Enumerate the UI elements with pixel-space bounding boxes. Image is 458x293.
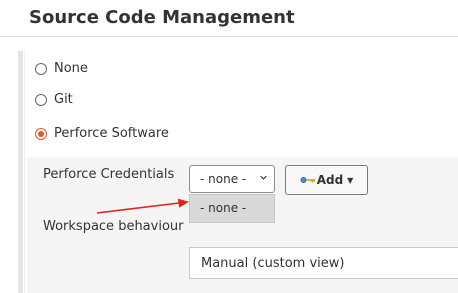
radio-git[interactable] xyxy=(35,93,47,106)
credentials-label: Perforce Credentials xyxy=(43,167,175,182)
key-icon xyxy=(300,177,315,183)
section-indent-line xyxy=(24,51,25,293)
scm-option-git[interactable]: Git xyxy=(35,92,73,107)
scm-option-perforce-label: Perforce Software xyxy=(54,126,169,141)
workspace-behaviour-value: Manual (custom view) xyxy=(201,255,345,271)
add-credentials-button[interactable]: Add ▼ xyxy=(285,165,368,195)
section-divider xyxy=(0,36,458,37)
annotation-arrow-icon xyxy=(96,198,189,214)
credentials-dropdown-list: - none - xyxy=(189,194,275,223)
section-title: Source Code Management xyxy=(29,7,295,28)
workspace-behaviour-select[interactable]: Manual (custom view) xyxy=(189,247,458,279)
credentials-select[interactable]: - none - xyxy=(189,165,275,193)
credentials-select-value: - none - xyxy=(200,172,247,186)
scm-option-git-label: Git xyxy=(54,92,73,107)
chevron-down-icon xyxy=(260,175,267,180)
credentials-option-none[interactable]: - none - xyxy=(200,201,246,215)
scm-option-perforce[interactable]: Perforce Software xyxy=(35,126,169,141)
scm-option-none-label: None xyxy=(54,61,88,76)
add-button-label: Add xyxy=(316,173,344,187)
workspace-behaviour-label: Workspace behaviour xyxy=(43,219,184,234)
section-indent-bar xyxy=(18,51,23,293)
radio-none[interactable] xyxy=(35,62,47,75)
radio-perforce[interactable] xyxy=(35,127,47,140)
caret-down-icon: ▼ xyxy=(347,175,354,185)
scm-option-none[interactable]: None xyxy=(35,61,88,76)
